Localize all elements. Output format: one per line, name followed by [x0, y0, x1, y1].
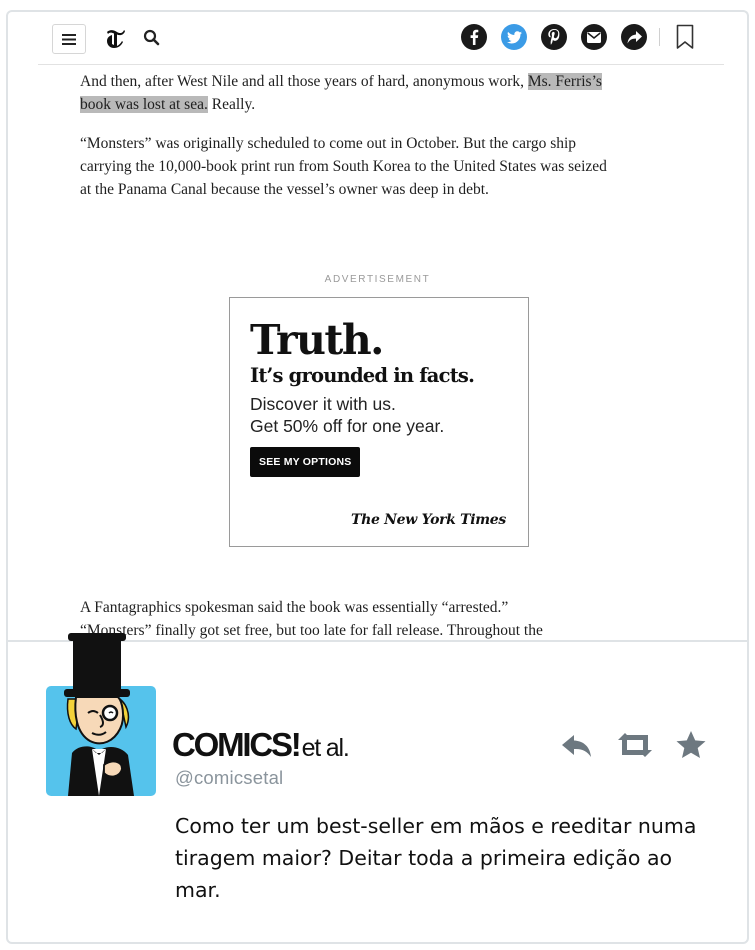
bookmark-icon[interactable]	[676, 24, 694, 50]
retweet-icon[interactable]	[614, 730, 656, 760]
account-name-suffix: et al.	[301, 734, 350, 762]
see-options-button[interactable]: SEE MY OPTIONS	[250, 447, 361, 477]
advertisement-banner[interactable]: Truth. It’s grounded in facts. Discover …	[229, 297, 529, 547]
twitter-icon	[506, 30, 522, 43]
article-paragraph-1: And then, after West Nile and all those …	[80, 70, 620, 116]
paragraph-text: Really.	[207, 96, 256, 113]
pinterest-share-button[interactable]	[541, 24, 567, 50]
toolbar-divider	[659, 28, 660, 46]
top-hat-gentleman-avatar-icon	[64, 633, 134, 796]
article-card: And then, after West Nile and all those …	[6, 10, 749, 643]
facebook-icon	[470, 29, 479, 45]
ad-line-1: Discover it with us.	[250, 394, 396, 414]
email-share-button[interactable]	[581, 24, 607, 50]
account-name-main: COMICS!	[172, 726, 302, 763]
toolbar-rule	[38, 64, 724, 65]
reply-icon[interactable]	[560, 730, 594, 760]
ad-subhead: It’s grounded in facts.	[250, 364, 475, 387]
account-handle[interactable]: @comicsetal	[175, 767, 283, 789]
article-paragraph-3: A Fantagraphics spokesman said the book …	[80, 596, 620, 642]
advertisement-label: ADVERTISEMENT	[324, 274, 431, 285]
email-icon	[587, 31, 601, 43]
menu-icon	[62, 33, 76, 45]
nyt-t-logo[interactable]	[104, 26, 126, 50]
paragraph-text: And then, after West Nile and all those …	[80, 73, 528, 90]
ad-line-2: Get 50% off for one year.	[250, 416, 445, 436]
more-share-button[interactable]	[621, 24, 647, 50]
pinterest-icon	[548, 29, 560, 45]
search-icon[interactable]	[142, 28, 162, 48]
tweet-text: Como ter um best-seller em mãos e reedit…	[175, 814, 697, 902]
nyt-toolbar	[8, 12, 747, 65]
favorite-star-icon[interactable]	[674, 730, 708, 760]
avatar[interactable]	[46, 633, 156, 796]
paragraph-line: A Fantagraphics spokesman said the book …	[80, 599, 509, 616]
tweet-card: COMICS!et al. @comicsetal Como ter um be…	[6, 633, 749, 944]
menu-button[interactable]	[52, 24, 86, 54]
article-paragraph-2: “Monsters” was originally scheduled to c…	[80, 135, 607, 198]
twitter-share-button[interactable]	[501, 24, 527, 50]
account-name[interactable]: COMICS!et al.	[172, 726, 350, 764]
share-icon	[627, 30, 642, 43]
facebook-share-button[interactable]	[461, 24, 487, 50]
nyt-wordmark: The New York Times	[350, 512, 506, 528]
ad-headline: Truth.	[250, 316, 384, 364]
